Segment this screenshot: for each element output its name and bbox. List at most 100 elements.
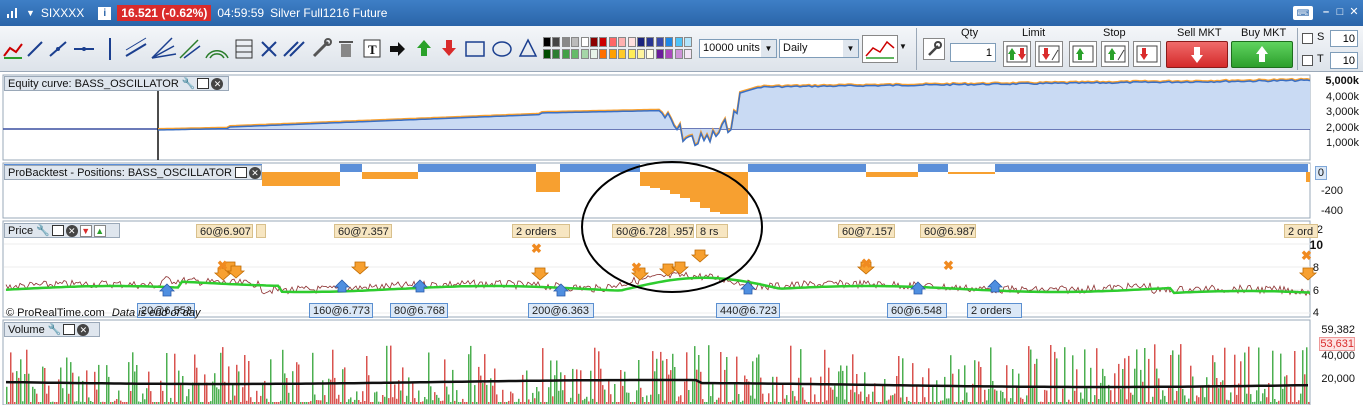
line-tool-icon[interactable] [27, 41, 43, 57]
stop-trailing-button[interactable] [1101, 41, 1129, 67]
palette-swatch[interactable] [580, 49, 589, 59]
palette-swatch[interactable] [637, 37, 645, 47]
arrow-right-icon[interactable] [390, 42, 405, 56]
palette-swatch[interactable] [674, 49, 683, 59]
close-icon[interactable]: ✕ [1348, 5, 1360, 19]
wrench-icon[interactable]: 🔧 [182, 77, 196, 90]
palette-swatch[interactable] [571, 37, 580, 47]
info-badge[interactable]: i [98, 6, 112, 20]
palette-swatch[interactable] [580, 37, 589, 47]
palette-swatch[interactable] [552, 37, 561, 47]
limit-buy-button[interactable] [1003, 41, 1031, 67]
palette-swatch[interactable] [655, 49, 664, 59]
buy-order-label[interactable]: 200@6.363 [528, 303, 594, 318]
close-icon[interactable]: ✕ [248, 166, 261, 179]
palette-swatch[interactable] [599, 37, 608, 47]
window-icon[interactable] [197, 78, 210, 89]
units-select[interactable]: 10000 units ▼ [699, 39, 777, 58]
indicator-icon[interactable] [3, 43, 23, 59]
fan-tool-icon[interactable] [151, 37, 177, 59]
trash-icon[interactable] [339, 41, 353, 57]
wrench-icon[interactable]: 🔧 [48, 323, 62, 336]
palette-swatch[interactable] [561, 37, 570, 47]
horizontal-line-icon[interactable] [74, 47, 94, 51]
sell-order-label[interactable]: 60@6.987 [920, 224, 976, 238]
palette-swatch[interactable] [590, 37, 598, 47]
sell-order-label[interactable]: .957 [669, 224, 694, 238]
palette-swatch[interactable] [599, 49, 608, 59]
buy-order-label[interactable]: 160@6.773 [309, 303, 373, 318]
ellipse-tool-icon[interactable] [492, 41, 512, 57]
buy-order-label[interactable]: 80@6.768 [390, 303, 448, 318]
upload-icon[interactable]: ▲ [93, 224, 106, 237]
sell-order-label[interactable]: 60@6.728 [612, 224, 669, 238]
palette-swatch[interactable] [618, 37, 627, 47]
palette-swatch[interactable] [608, 49, 617, 59]
palette-swatch[interactable] [665, 49, 674, 59]
palette-swatch[interactable] [684, 37, 692, 47]
close-icon[interactable]: ✕ [77, 323, 90, 336]
arrow-down-icon[interactable] [442, 40, 456, 56]
palette-swatch[interactable] [543, 49, 551, 59]
arrow-up-icon[interactable] [417, 40, 431, 56]
window-icon[interactable] [51, 225, 64, 236]
palette-swatch[interactable] [608, 37, 617, 47]
palette-swatch[interactable] [552, 49, 561, 59]
t-checkbox[interactable] [1302, 55, 1313, 66]
palette-swatch[interactable] [646, 37, 655, 47]
chevron-down-icon[interactable]: ▼ [761, 40, 776, 57]
chevron-down-icon[interactable]: ▼ [843, 40, 858, 57]
buy-order-label[interactable]: 60@6.548 [887, 303, 947, 318]
palette-swatch[interactable] [590, 49, 598, 59]
window-icon[interactable] [234, 167, 247, 178]
symbol-dropdown-icon[interactable]: ▼ [26, 8, 35, 18]
palette-swatch[interactable] [684, 49, 692, 59]
palette-swatch[interactable] [627, 49, 636, 59]
parallel-tool-icon[interactable] [283, 41, 305, 57]
sell-order-label[interactable]: 60@6.907 [196, 224, 253, 238]
sell-order-label[interactable]: 60@7.157 [838, 224, 895, 238]
settings-wrench-button[interactable] [923, 38, 945, 60]
palette-swatch[interactable] [655, 37, 664, 47]
sell-order-label[interactable]: 8 rs [696, 224, 728, 238]
sell-order-label[interactable]: 2 orders [512, 224, 570, 238]
palette-swatch[interactable] [637, 49, 645, 59]
symbol-label[interactable]: SIXXXX [41, 6, 84, 20]
close-icon[interactable]: ✕ [65, 224, 78, 237]
buy-order-label[interactable]: 2 orders [967, 303, 1022, 318]
keyboard-icon[interactable]: ⌨ [1293, 6, 1313, 20]
s-checkbox[interactable] [1302, 33, 1313, 44]
chart-area[interactable]: ✖✖✖ ✖ ✖✖ [0, 72, 1363, 405]
buy-mkt-button[interactable] [1231, 41, 1293, 68]
palette-swatch[interactable] [543, 37, 551, 47]
stop-buy-button[interactable] [1069, 41, 1097, 67]
channel-tool-icon[interactable] [125, 37, 147, 57]
wrench-icon[interactable] [312, 38, 332, 58]
arc-tool-icon[interactable] [205, 50, 229, 59]
palette-swatch[interactable] [627, 37, 636, 47]
minimize-icon[interactable]: – [1320, 5, 1332, 19]
close-icon[interactable]: ✕ [211, 77, 224, 90]
timeframe-select[interactable]: Daily ▼ [779, 39, 859, 58]
sell-order-label[interactable]: 60@7.357 [334, 224, 392, 238]
palette-swatch[interactable] [646, 49, 655, 59]
stop-sell-button[interactable] [1133, 41, 1161, 67]
s-value-input[interactable] [1330, 30, 1358, 47]
palette-swatch[interactable] [571, 49, 580, 59]
sell-mkt-button[interactable] [1166, 41, 1228, 68]
rectangle-tool-icon[interactable] [465, 41, 485, 57]
limit-sell-button[interactable] [1035, 41, 1063, 67]
t-value-input[interactable] [1330, 52, 1358, 69]
palette-swatch[interactable] [561, 49, 570, 59]
fibonacci-tool-icon[interactable] [235, 39, 253, 59]
gann-tool-icon[interactable] [179, 39, 201, 59]
buy-order-label[interactable]: 440@6.723 [716, 303, 780, 318]
maximize-icon[interactable]: □ [1334, 5, 1346, 19]
ray-tool-icon[interactable] [49, 41, 67, 57]
sell-order-label[interactable] [256, 224, 266, 238]
palette-swatch[interactable] [665, 37, 674, 47]
sell-order-label[interactable]: 2 ord [1284, 224, 1318, 238]
palette-swatch[interactable] [618, 49, 627, 59]
window-icon[interactable] [63, 324, 76, 335]
chart-menu-icon[interactable] [6, 7, 20, 19]
